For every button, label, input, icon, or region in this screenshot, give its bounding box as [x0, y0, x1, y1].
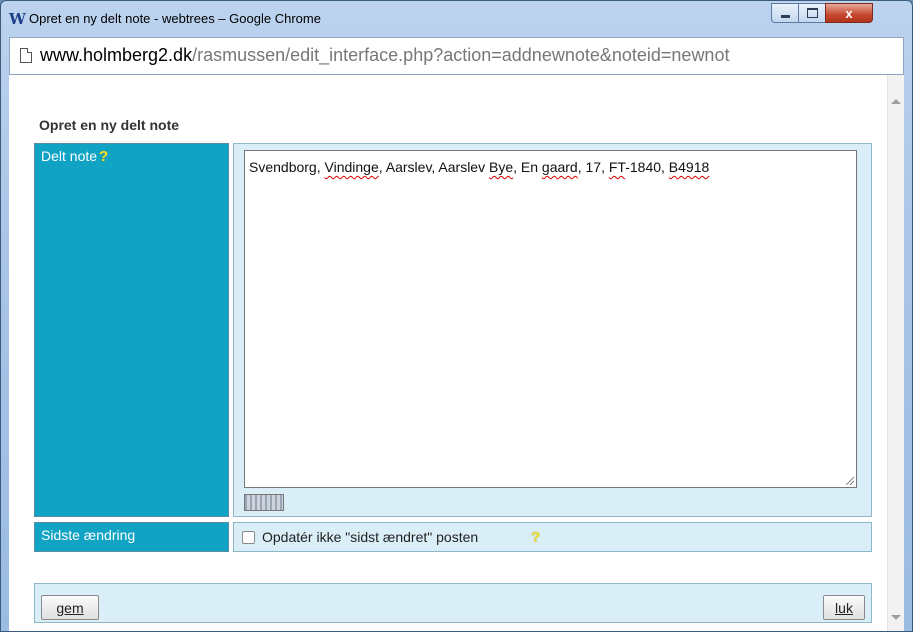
browser-window: W Opret en ny delt note - webtrees – Goo…: [0, 0, 913, 632]
note-text-part: , 17,: [577, 159, 609, 175]
scroll-up-icon[interactable]: [891, 99, 901, 104]
note-text-part: B4918: [668, 159, 710, 175]
note-text-part: gaard: [541, 159, 578, 175]
page-icon: [20, 48, 32, 63]
url-host: www.holmberg2.dk: [40, 45, 193, 65]
last-change-row: Sidste ændring Opdatér ikke "sidst ændre…: [34, 522, 872, 552]
resize-handle[interactable]: [846, 477, 854, 485]
note-value-cell: Svendborg, Vindinge, Aarslev, Aarslev By…: [233, 143, 872, 517]
note-row: Delt note? Svendborg, Vindinge, Aarslev,…: [34, 143, 872, 517]
save-button[interactable]: gem: [41, 595, 99, 620]
close-window-button[interactable]: x: [825, 3, 873, 23]
minimize-button[interactable]: [771, 3, 799, 23]
help-icon[interactable]: ?: [531, 529, 540, 546]
last-change-label: Sidste ændring: [41, 527, 136, 543]
scroll-down-icon[interactable]: [891, 615, 901, 620]
minimize-icon: [780, 14, 790, 18]
note-text-part: Bye: [488, 159, 514, 175]
close-icon: x: [845, 5, 853, 21]
maximize-button[interactable]: [798, 3, 826, 23]
window-title: Opret en ny delt note - webtrees – Googl…: [29, 11, 321, 26]
note-text-part: Svendborg,: [249, 159, 325, 175]
note-textarea[interactable]: Svendborg, Vindinge, Aarslev, Aarslev By…: [244, 150, 857, 488]
note-text-part: -1840,: [625, 159, 669, 175]
address-bar[interactable]: www.holmberg2.dk/rasmussen/edit_interfac…: [9, 37, 904, 75]
note-text-part: , En: [513, 159, 542, 175]
last-change-label-cell: Sidste ændring: [34, 522, 229, 552]
note-text-part: FT: [608, 159, 626, 175]
page-content: Opret en ny delt note Delt note? Svendbo…: [9, 75, 904, 631]
maximize-icon: [806, 8, 818, 18]
button-bar: gem luk: [34, 583, 872, 623]
url-text[interactable]: www.holmberg2.dk/rasmussen/edit_interfac…: [40, 45, 729, 66]
close-button[interactable]: luk: [823, 595, 865, 620]
note-text-part: Vindinge: [324, 159, 379, 175]
url-path: /rasmussen/edit_interface.php?action=add…: [192, 45, 730, 65]
keep-change-label[interactable]: Opdatér ikke "sidst ændret" posten: [262, 529, 478, 545]
keep-change-checkbox[interactable]: [242, 531, 255, 544]
webtrees-logo-icon: W: [9, 10, 26, 28]
keyboard-icon[interactable]: [244, 494, 284, 511]
last-change-value-cell: Opdatér ikke "sidst ændret" posten ?: [233, 522, 872, 552]
title-bar[interactable]: W Opret en ny delt note - webtrees – Goo…: [1, 1, 912, 37]
vertical-scrollbar[interactable]: [887, 75, 904, 631]
note-label: Delt note: [41, 148, 98, 164]
note-text-part: , Aarslev, Aarslev: [378, 159, 489, 175]
note-label-cell: Delt note?: [34, 143, 229, 517]
help-icon[interactable]: ?: [99, 148, 108, 165]
page-title: Opret en ny delt note: [39, 117, 180, 133]
